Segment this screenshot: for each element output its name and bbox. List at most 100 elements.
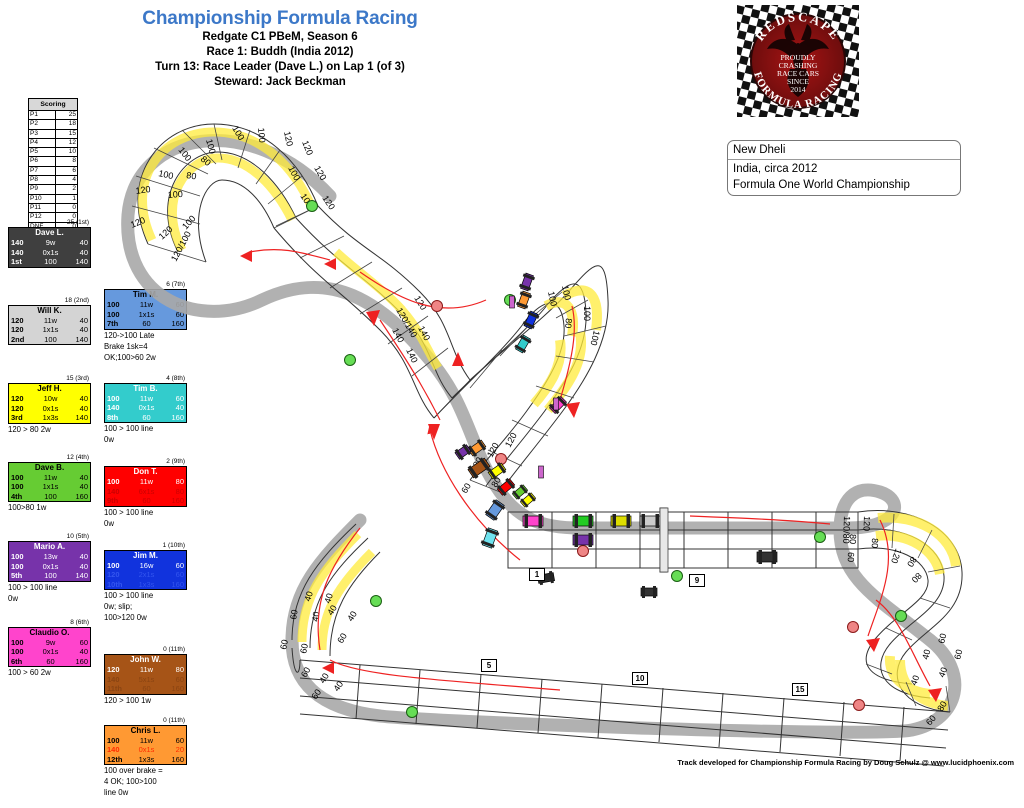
driver-speed: 100 (11, 552, 24, 561)
driver-place: 7th (107, 319, 119, 328)
driver-value-next: 40 (79, 325, 88, 334)
sweep-kerb-yellow (530, 285, 602, 414)
driver-place: 4th (11, 491, 23, 501)
svg-text:40: 40 (325, 603, 339, 617)
driver-total: 140 (75, 571, 88, 580)
svg-text:100: 100 (204, 138, 218, 155)
header-subtitle-race: Race 1: Buddh (India 2012) (206, 46, 354, 58)
driver-stat-box[interactable]: Mario A. 100 13w 40 100 0x1s 40 5th 100 140 (8, 541, 91, 582)
driver-speed-next: 140 (107, 674, 120, 684)
driver-row-current: 140 9w 40 (9, 238, 90, 248)
driver-column-left: 25 (1st) Dave L. 140 9w 40 140 0x1s 40 1st 100 140… (8, 218, 100, 688)
driver-note: line 0w (104, 788, 129, 797)
driver-stat-box[interactable]: Tim M. 100 11w 60 100 1x1s 60 7th 60 160 (104, 289, 187, 330)
driver-card[interactable]: 0 (11th) John W. 120 11w 80 140 5x1s 60 11th 60 16… (104, 645, 187, 706)
driver-wear: 11w (139, 393, 154, 403)
driver-row-standing: 4th 100 160 (9, 492, 90, 502)
driver-row-next: 140 5x1s 60 (105, 675, 186, 685)
driver-stat-box[interactable]: Will K. 120 11w 40 120 1x1s 40 2nd 100 140 (8, 304, 91, 345)
driver-card[interactable]: 18 (2nd) Will K. 120 11w 40 120 1x1s 40 2nd 100 14… (8, 296, 91, 345)
scoring-points: 4 (54, 175, 79, 186)
scoring-position: P9 (28, 184, 56, 195)
driver-speed-next: 120 (11, 325, 24, 334)
scoring-position: P5 (28, 147, 56, 158)
mid-left-speed: 40 40 60 (325, 603, 359, 645)
driver-row-next: 100 0x1s 40 (9, 647, 90, 657)
driver-note: 120 > 100 1w (104, 695, 152, 705)
svg-text:100: 100 (286, 164, 302, 182)
driver-column-middle: 6 (7th) Tim M. 100 11w 60 100 1x1s 60 7th 60 160 12… (104, 280, 196, 808)
driver-corner: 1x3s (138, 579, 155, 589)
driver-note: 0w; slip; (104, 602, 133, 611)
driver-note: 100 > 100 line (8, 582, 58, 592)
hairpin-speed-labels: 100 100 100 80 100 80 120 100 120 120 10… (129, 124, 337, 263)
scoring-position: P2 (28, 119, 56, 130)
driver-card[interactable]: 6 (7th) Tim M. 100 11w 60 100 1x1s 60 7th 60 160 12… (104, 280, 187, 363)
driver-speed: 120 (11, 315, 24, 325)
driver-wear: 13w (43, 552, 58, 561)
driver-row-current: 100 11w 60 (105, 394, 186, 404)
driver-value-next: 80 (175, 486, 184, 496)
svg-text:80: 80 (870, 538, 880, 548)
driver-card[interactable]: 10 (5th) Mario A. 100 13w 40 100 0x1s 40 5th 100 1… (8, 532, 91, 604)
driver-corner: 100 (44, 257, 57, 266)
driver-stat-box[interactable]: Jeff H. 120 10w 40 120 0x1s 40 3rd 1x3s 140 (8, 383, 91, 424)
driver-stat-box[interactable]: Dave L. 140 9w 40 140 0x1s 40 1st 100 140 (8, 227, 91, 268)
driver-stat-box[interactable]: John W. 120 11w 80 140 5x1s 60 11th 60 160 (104, 654, 187, 695)
svg-text:120: 120 (135, 184, 151, 196)
driver-corner: 100 (44, 571, 57, 580)
driver-place: 3rd (11, 413, 23, 422)
driver-card[interactable]: 15 (3rd) Jeff H. 120 10w 40 120 0x1s 40 3rd 1x3s 1… (8, 374, 91, 435)
driver-points-position: 15 (3rd) (66, 375, 89, 382)
driver-card[interactable]: 4 (8th) Tim B. 100 11w 60 140 0x1s 40 8th 60 160 10… (104, 374, 187, 446)
driver-points-position: 12 (4th) (66, 453, 89, 461)
driver-value-next: 40 (79, 247, 88, 257)
scoring-position: P6 (28, 156, 56, 167)
driver-speed-next: 100 (11, 561, 24, 571)
sweep-grid (469, 291, 607, 493)
driver-stat-box[interactable]: Dave B. 100 11w 40 100 1x1s 40 4th 100 160 (8, 461, 91, 502)
driver-name: Tim M. (132, 290, 159, 299)
svg-text:60: 60 (298, 643, 310, 655)
scoring-row: P7 6 (28, 165, 79, 177)
driver-speed-next: 100 (11, 647, 24, 656)
driver-place: 5th (11, 571, 23, 580)
marker-green (814, 531, 826, 543)
driver-stat-box[interactable]: Claudio O. 100 9w 60 100 0x1s 40 6th 60 160 (8, 626, 91, 667)
svg-text:60: 60 (952, 648, 964, 660)
driver-place: 11th (107, 684, 123, 693)
driver-points-position: 8 (6th) (70, 618, 89, 626)
driver-row-standing: 2nd 100 140 (9, 335, 90, 345)
scoring-points: 12 (54, 137, 79, 149)
driver-stat-box[interactable]: Tim B. 100 11w 60 140 0x1s 40 8th 60 160 (104, 382, 187, 423)
svg-text:120: 120 (300, 139, 315, 157)
driver-points-position: 0 (11th) (163, 646, 185, 653)
driver-card[interactable]: 1 (10th) Jim M. 100 16w 60 120 2x1s 60 10th 1x3s 1… (104, 541, 187, 624)
driver-skill-next: 6x1s (138, 486, 155, 496)
scoring-row: P3 15 (28, 128, 79, 139)
svg-text:100: 100 (256, 127, 267, 143)
hairpin-kerb-yellow (138, 127, 317, 253)
driver-card[interactable]: 25 (1st) Dave L. 140 9w 40 140 0x1s 40 1st 100 140 (8, 218, 91, 268)
driver-card[interactable]: 12 (4th) Dave B. 100 11w 40 100 1x1s 40 4th 100 16… (8, 453, 91, 514)
driver-name: John W. (130, 655, 161, 664)
driver-note: 100 > 100 line (104, 507, 154, 517)
driver-card[interactable]: 8 (6th) Claudio O. 100 9w 60 100 0x1s 40 6th 60 16… (8, 618, 91, 679)
driver-name: Dave B. (34, 462, 65, 472)
location-series: Formula One World Championship (733, 179, 910, 191)
driver-stat-box[interactable]: Jim M. 100 16w 60 120 2x1s 60 10th 1x3s 160 (104, 549, 187, 590)
driver-note: 0w (104, 518, 114, 528)
driver-speed: 100 (107, 735, 120, 745)
corner-marker: 9 (689, 574, 705, 587)
driver-card[interactable]: 2 (9th) Don T. 100 11w 80 140 6x1s 80 9th 60 160 10… (104, 457, 187, 529)
driver-points-position: 1 (10th) (162, 541, 185, 549)
driver-wear: 10w (43, 394, 58, 403)
driver-card[interactable]: 0 (11th) Chris L. 100 11w 60 140 0x1s 20 12th 1x3… (104, 716, 187, 799)
driver-row-next: 140 6x1s 80 (105, 487, 186, 497)
scoring-position: P4 (28, 137, 56, 149)
corner-marker: 5 (481, 659, 497, 672)
svg-text:100: 100 (546, 290, 559, 307)
bottom-left-speed: 60 60 60 40 40 40 60 40 40 60 (278, 590, 345, 701)
driver-corner: 1x3s (42, 413, 59, 422)
driver-stat-box[interactable]: Don T. 100 11w 80 140 6x1s 80 9th 60 160 (104, 466, 187, 507)
